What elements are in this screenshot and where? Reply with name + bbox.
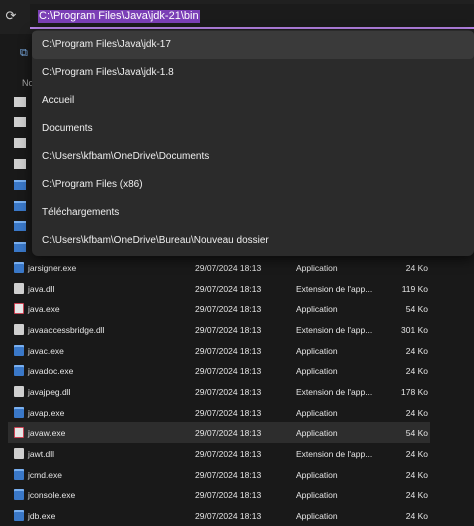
dll-icon: [14, 386, 24, 397]
file-icon: [14, 97, 26, 107]
address-path[interactable]: C:\Program Files\Java\jdk-21\bin: [38, 10, 200, 23]
suggestion-item[interactable]: C:\Program Files\Java\jdk-17: [32, 31, 474, 59]
file-row-selected[interactable]: javaw.exe 29/07/2024 18:13 Application 5…: [8, 422, 430, 443]
file-icon: [14, 159, 26, 169]
address-toolbar: ⟳ C:\Program Files\Java\jdk-21\bin: [0, 0, 474, 34]
address-suggestions-dropdown: C:\Program Files\Java\jdk-17 C:\Program …: [32, 30, 474, 256]
file-icon: [14, 242, 26, 252]
dll-icon: [14, 283, 24, 294]
suggestion-item[interactable]: Téléchargements: [32, 199, 474, 227]
file-icon: [14, 180, 26, 190]
file-row[interactable]: javadoc.exe 29/07/2024 18:13 Application…: [8, 360, 430, 381]
suggestion-item[interactable]: C:\Program Files\Java\jdk-1.8: [32, 59, 474, 87]
file-row[interactable]: javajpeg.dll 29/07/2024 18:13 Extension …: [8, 381, 430, 402]
file-row[interactable]: javaaccessbridge.dll 29/07/2024 18:13 Ex…: [8, 319, 430, 340]
file-row[interactable]: jarsigner.exe 29/07/2024 18:13 Applicati…: [8, 257, 430, 278]
dll-icon: [14, 324, 24, 335]
application-icon: [14, 489, 24, 500]
application-icon: [14, 469, 24, 480]
address-bar[interactable]: C:\Program Files\Java\jdk-21\bin: [30, 4, 474, 29]
suggestion-item[interactable]: C:\Users\kfbam\OneDrive\Documents: [32, 143, 474, 171]
file-row[interactable]: javap.exe 29/07/2024 18:13 Application 2…: [8, 402, 430, 423]
application-icon: [14, 345, 24, 356]
refresh-icon[interactable]: ⟳: [2, 7, 20, 25]
file-icon: [14, 138, 26, 148]
file-row[interactable]: jconsole.exe 29/07/2024 18:13 Applicatio…: [8, 484, 430, 505]
suggestion-item[interactable]: C:\Program Files (x86): [32, 171, 474, 199]
java-icon: [14, 427, 24, 438]
file-icon: [14, 201, 26, 211]
application-icon: [14, 262, 24, 273]
application-icon: [14, 510, 24, 521]
file-row[interactable]: java.exe 29/07/2024 18:13 Application 54…: [8, 298, 430, 319]
file-row[interactable]: java.dll 29/07/2024 18:13 Extension de l…: [8, 278, 430, 299]
application-icon: [14, 365, 24, 376]
file-row[interactable]: jawt.dll 29/07/2024 18:13 Extension de l…: [8, 443, 430, 464]
dll-icon: [14, 448, 24, 459]
file-icon: [14, 221, 26, 231]
suggestion-item[interactable]: Documents: [32, 115, 474, 143]
file-row[interactable]: javac.exe 29/07/2024 18:13 Application 2…: [8, 340, 430, 361]
suggestion-item[interactable]: Accueil: [32, 87, 474, 115]
file-icon: [14, 117, 26, 127]
application-icon: [14, 407, 24, 418]
java-icon: [14, 303, 24, 314]
file-row[interactable]: jcmd.exe 29/07/2024 18:13 Application 24…: [8, 464, 430, 485]
suggestion-item[interactable]: C:\Users\kfbam\OneDrive\Bureau\Nouveau d…: [32, 227, 474, 255]
copy-icon[interactable]: ⧉: [20, 47, 28, 60]
